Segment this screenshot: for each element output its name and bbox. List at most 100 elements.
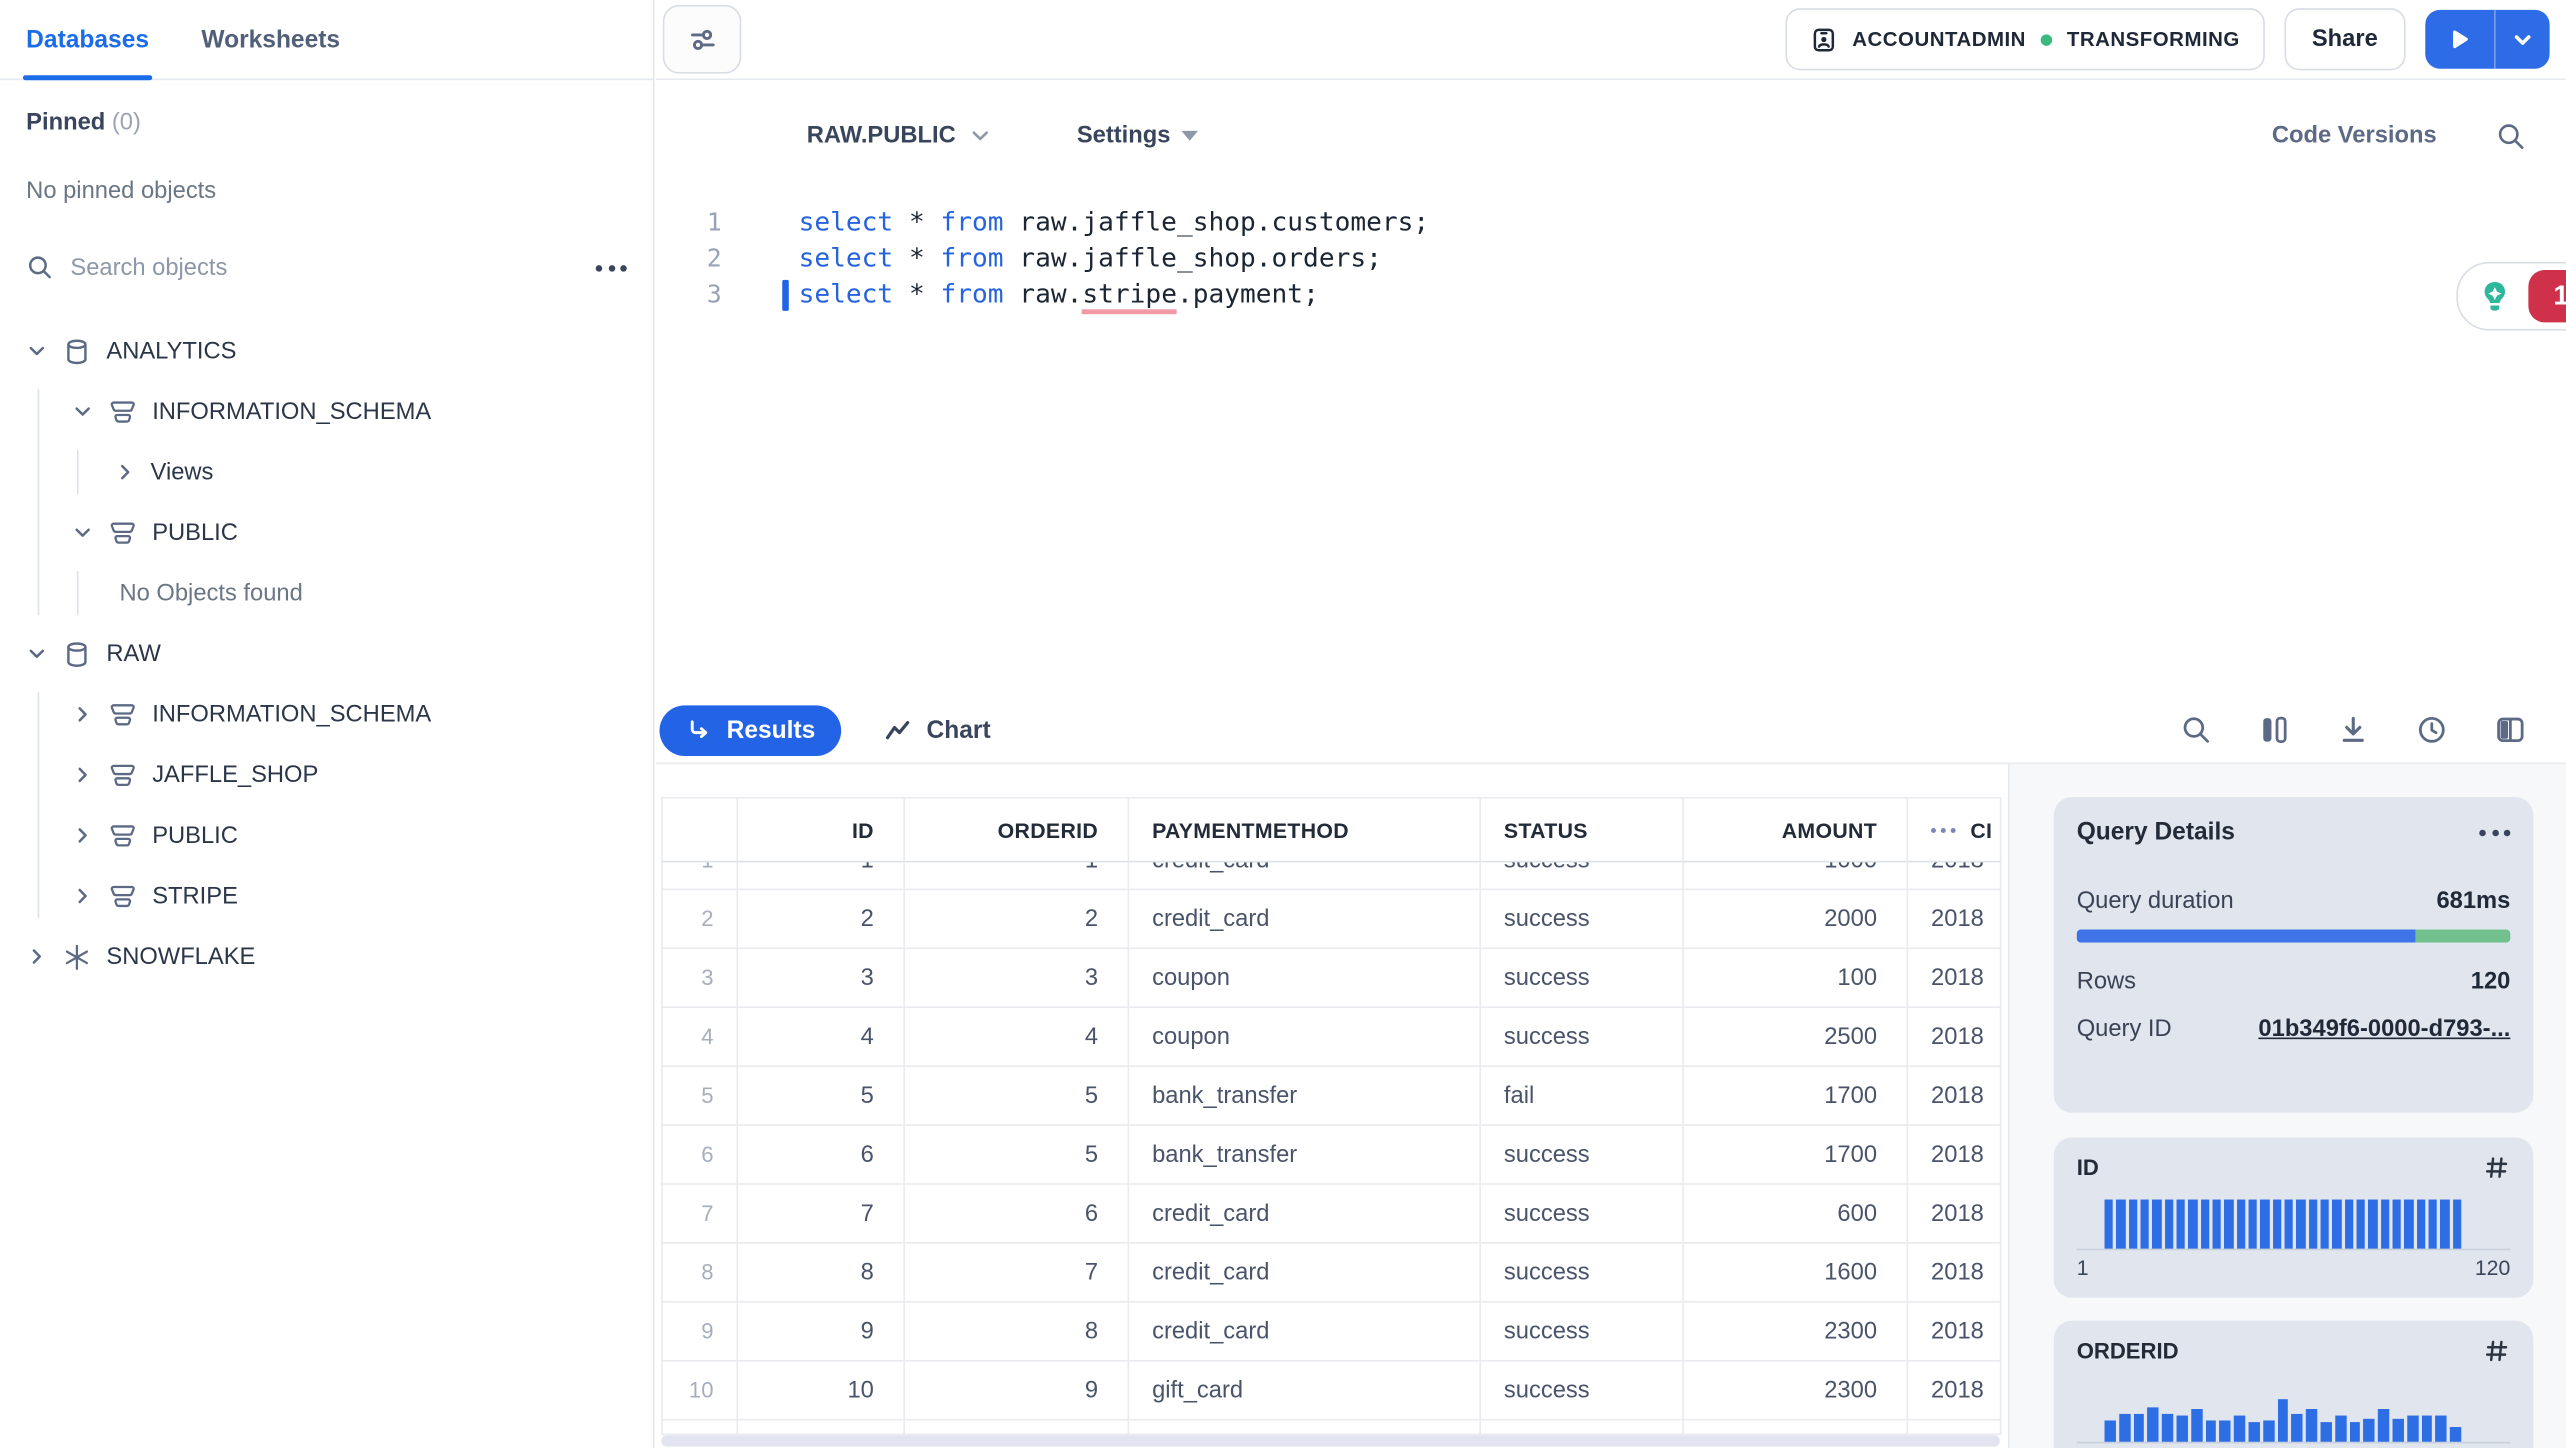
table-cell[interactable]: 600 (1683, 1184, 1909, 1244)
table-cell[interactable] (1129, 1420, 1482, 1436)
run-options-button[interactable] (2496, 10, 2550, 69)
table-cell[interactable]: success (1481, 949, 1684, 1009)
table-cell[interactable]: success (1481, 1361, 1684, 1421)
table-cell[interactable]: 2500 (1683, 1008, 1909, 1067)
table-cell[interactable]: bank_transfer (1129, 1125, 1482, 1185)
tab-databases[interactable]: Databases (22, 0, 153, 81)
table-cell[interactable]: 8 (661, 1243, 739, 1303)
table-cell[interactable]: 1000 (1683, 862, 1909, 891)
table-row-6[interactable]: 6 6 5 bank_transfer success 1700 2018 (661, 1125, 2002, 1185)
table-cell[interactable]: 5 (904, 1066, 1130, 1126)
table-cell[interactable]: credit_card (1129, 1302, 1482, 1362)
table-row-3[interactable]: 3 3 3 coupon success 100 2018 (661, 949, 2002, 1009)
tab-worksheets[interactable]: Worksheets (201, 0, 340, 79)
results-search-icon[interactable] (2180, 714, 2213, 747)
settings-dropdown[interactable]: Settings (1077, 123, 1199, 149)
role-warehouse-selector[interactable]: ACCOUNTADMIN TRANSFORMING (1785, 8, 2265, 71)
run-query-button[interactable] (2425, 10, 2494, 69)
table-cell[interactable]: 10 (661, 1361, 739, 1421)
object-search[interactable]: Search objects (26, 254, 627, 282)
table-cell[interactable]: 8 (738, 1243, 905, 1303)
column-header[interactable]: ID (738, 796, 905, 863)
download-icon[interactable] (2337, 714, 2370, 747)
table-cell[interactable]: 3 (738, 949, 905, 1009)
table-cell[interactable]: 2 (661, 890, 739, 950)
table-cell[interactable]: 100 (1683, 949, 1909, 1009)
table-cell[interactable]: success (1481, 1243, 1684, 1303)
sidebar-more-icon[interactable] (595, 264, 627, 271)
table-cell[interactable]: 1600 (1683, 1243, 1909, 1303)
table-cell[interactable]: 2300 (1683, 1302, 1909, 1362)
tree-item-information-schema[interactable]: INFORMATION_SCHEMA (0, 381, 653, 442)
table-cell[interactable]: gift_card (1129, 1361, 1482, 1421)
table-cell[interactable]: credit_card (1129, 1243, 1482, 1303)
tree-item-jaffle-shop[interactable]: JAFFLE_SHOP (0, 745, 653, 806)
table-cell[interactable]: coupon (1129, 949, 1482, 1009)
column-menu-icon[interactable] (1931, 827, 1956, 833)
table-cell[interactable]: bank_transfer (1129, 1066, 1482, 1126)
code-line-2[interactable]: 2 select * from raw.jaffle_shop.orders; (656, 241, 2566, 277)
table-cell[interactable]: success (1481, 1125, 1684, 1185)
table-cell[interactable] (1481, 1420, 1684, 1436)
id-histogram[interactable] (2104, 1199, 2462, 1249)
table-cell[interactable]: 5 (661, 1066, 739, 1126)
table-cell[interactable]: 10 (738, 1361, 905, 1421)
table-cell[interactable]: 2 (738, 890, 905, 950)
table-row-7[interactable]: 7 7 6 credit_card success 600 2018 (661, 1184, 2002, 1244)
history-clock-icon[interactable] (2415, 714, 2448, 747)
table-cell[interactable]: 2018 (1908, 1066, 2002, 1126)
table-cell[interactable] (1683, 1420, 1909, 1436)
table-cell[interactable] (1908, 1420, 2002, 1436)
table-cell[interactable]: 2018 (1908, 1125, 2002, 1185)
table-cell[interactable]: 2018 (1908, 862, 2002, 891)
table-cell[interactable]: 2300 (1683, 1361, 1909, 1421)
table-cell[interactable]: 1 (904, 862, 1130, 891)
table-row-1[interactable]: 111credit_cardsuccess10002018 (661, 862, 2002, 891)
table-row-2[interactable]: 2 2 2 credit_card success 2000 2018 (661, 890, 2002, 950)
tree-item-snowflake[interactable]: SNOWFLAKE (0, 926, 653, 987)
table-cell[interactable]: 5 (738, 1066, 905, 1126)
table-cell[interactable]: 1 (661, 862, 739, 891)
column-header[interactable]: PAYMENTMETHOD (1129, 796, 1482, 863)
table-cell[interactable]: success (1481, 890, 1684, 950)
column-header[interactable]: ORDERID (904, 796, 1130, 863)
table-cell[interactable] (904, 1420, 1130, 1436)
column-header[interactable]: STATUS (1481, 796, 1684, 863)
table-cell[interactable] (738, 1420, 905, 1436)
query-id-link[interactable]: 01b349f6-0000-d793-... (2258, 1016, 2510, 1042)
column-header[interactable] (661, 796, 739, 863)
table-cell[interactable]: 1700 (1683, 1125, 1909, 1185)
sql-editor[interactable]: RAW.PUBLIC Settings Code Versions 1 selec… (656, 80, 2566, 698)
table-cell[interactable] (661, 1420, 739, 1436)
table-cell[interactable]: 2018 (1908, 1008, 2002, 1067)
table-cell[interactable]: 2018 (1908, 890, 2002, 950)
table-row-4[interactable]: 4 4 4 coupon success 2500 2018 (661, 1008, 2002, 1067)
tree-item-public[interactable]: PUBLIC (0, 805, 653, 866)
table-cell[interactable]: 6 (904, 1184, 1130, 1244)
tab-chart[interactable]: Chart (884, 716, 991, 744)
table-cell[interactable]: success (1481, 862, 1684, 891)
table-cell[interactable]: 2018 (1908, 1361, 2002, 1421)
code-area[interactable]: 1 select * from raw.jaffle_shop.customers… (656, 205, 2566, 315)
table-cell[interactable]: success (1481, 1008, 1684, 1067)
hash-icon[interactable] (2483, 1337, 2511, 1365)
table-cell[interactable]: 5 (904, 1125, 1130, 1185)
table-cell[interactable]: 9 (904, 1361, 1130, 1421)
table-cell[interactable]: 1 (738, 862, 905, 891)
table-cell[interactable]: 4 (738, 1008, 905, 1067)
table-cell[interactable]: 2 (904, 890, 1130, 950)
table-cell[interactable]: 1700 (1683, 1066, 1909, 1126)
column-header[interactable]: CI (1908, 796, 2002, 863)
horizontal-scrollbar[interactable] (661, 1435, 2000, 1447)
table-cell[interactable]: success (1481, 1302, 1684, 1362)
table-cell[interactable]: 2018 (1908, 1184, 2002, 1244)
column-header[interactable]: AMOUNT (1683, 796, 1909, 863)
table-cell[interactable]: 4 (904, 1008, 1130, 1067)
table-cell[interactable]: 6 (661, 1125, 739, 1185)
tree-item-stripe[interactable]: STRIPE (0, 866, 653, 927)
hash-icon[interactable] (2483, 1154, 2511, 1182)
table-cell[interactable]: 3 (904, 949, 1130, 1009)
tree-item-public[interactable]: PUBLIC (0, 502, 653, 563)
table-cell[interactable]: 2018 (1908, 949, 2002, 1009)
worksheet-filters-button[interactable] (662, 4, 742, 74)
